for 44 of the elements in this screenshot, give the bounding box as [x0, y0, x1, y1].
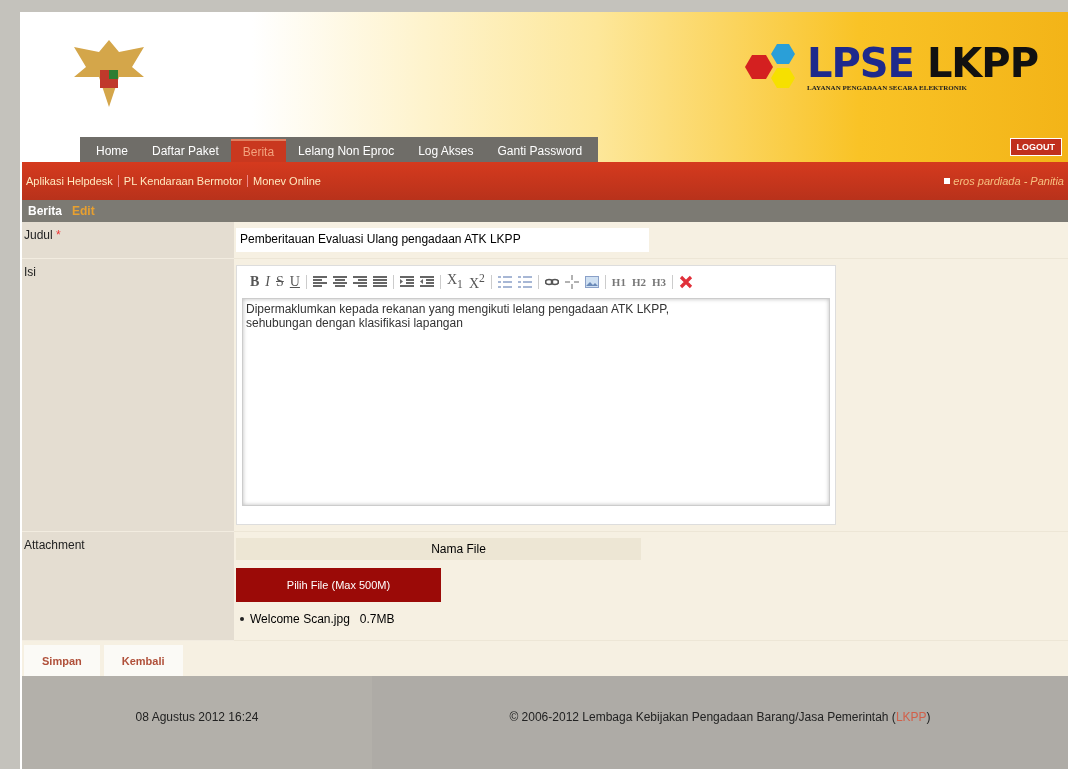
copyright-text: © 2006-2012 Lembaga Kebijakan Pengadaan Barang/Jasa Pemerintah (LKPP) — [509, 710, 931, 724]
nav-tab[interactable]: Log Akses — [406, 139, 486, 162]
field-label: Isi — [24, 265, 36, 279]
nav-link[interactable]: Monev Online — [253, 175, 321, 187]
heading-button[interactable]: H3 — [651, 275, 667, 288]
align-icon[interactable] — [332, 275, 347, 288]
form-button[interactable]: Kembali — [103, 645, 183, 676]
user-label: eros pardiada - Panitia — [944, 175, 1064, 187]
nav-tab[interactable]: Lelang Non Eproc — [286, 139, 407, 162]
nav-tab[interactable]: Home — [84, 139, 140, 162]
logout-button[interactable]: LOGOUT — [1009, 138, 1062, 156]
bullet-icon — [240, 617, 244, 621]
file-size: 0.7MB — [359, 612, 395, 626]
nav-link[interactable]: PL Kendaraan Bermotor — [123, 175, 243, 187]
format-button[interactable]: B — [250, 273, 260, 290]
heading-button[interactable]: H2 — [631, 275, 646, 288]
nav-link[interactable]: Aplikasi Helpdesk — [26, 175, 113, 187]
indent-icon[interactable] — [419, 275, 434, 288]
image-icon[interactable] — [584, 275, 599, 288]
footer-date: 08 Agustus 2012 16:24 — [135, 710, 259, 724]
remove-format-icon[interactable] — [679, 274, 694, 289]
script-button[interactable]: X$_{1}$ — [446, 272, 463, 292]
field-label: Attachment — [24, 538, 85, 552]
format-button[interactable]: I — [265, 273, 270, 290]
indent-icon[interactable] — [399, 275, 414, 288]
file-name: Welcome Scan.jpg — [250, 612, 350, 626]
field-label: Judul — [24, 228, 53, 242]
align-icon[interactable] — [352, 275, 367, 288]
nav-tab[interactable]: Ganti Password — [485, 139, 595, 162]
title-input[interactable]: Pemberitauan Evaluasi Ulang pengadaan ATK LKPP — [236, 228, 649, 252]
align-icon[interactable] — [372, 275, 387, 288]
align-icon[interactable] — [312, 275, 327, 288]
format-button[interactable]: U — [289, 273, 300, 290]
nav-tab[interactable]: Daftar Paket — [140, 139, 231, 162]
breadcrumb-item[interactable]: Berita — [28, 204, 62, 218]
heading-button[interactable]: H1 — [611, 275, 626, 288]
choose-file-button[interactable]: Pilih File (Max 500M) — [236, 568, 441, 602]
format-button[interactable]: S — [276, 273, 284, 290]
required-mark: * — [56, 228, 61, 242]
column-header: Nama File — [430, 542, 487, 556]
script-button[interactable]: X$^{2}$ — [468, 272, 485, 292]
content-textarea[interactable]: Dipermaklumkan kepada rekanan yang mengikuti lelang pengadaan ATK LKPP, sehubungan dengan klasifikasi lapangan — [242, 297, 830, 506]
form-button[interactable]: Simpan — [24, 645, 100, 676]
breadcrumb-item: Edit — [72, 204, 95, 218]
